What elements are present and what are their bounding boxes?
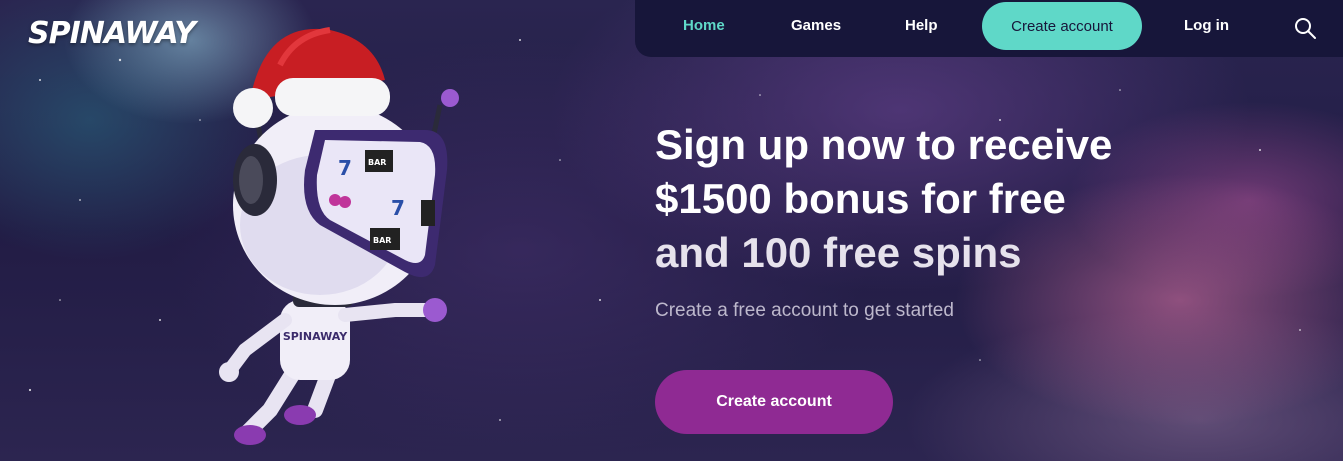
svg-text:7: 7 (338, 156, 352, 180)
headline-line-1: Sign up now to receive (655, 121, 1113, 168)
svg-text:BAR: BAR (368, 158, 386, 167)
nav-item-home[interactable]: Home (683, 17, 725, 34)
mascot-logo-text: SPINAWAY (283, 330, 348, 343)
hero-subtitle: Create a free account to get started (655, 300, 954, 321)
svg-text:BAR: BAR (373, 236, 391, 245)
hero-headline: Sign up now to receive $1500 bonus for f… (655, 118, 1175, 280)
login-link[interactable]: Log in (1184, 17, 1229, 34)
nav-item-help[interactable]: Help (905, 17, 938, 34)
mascot-illustration: SPINAWAY 7 7 BAR BAR (219, 27, 459, 445)
search-icon[interactable] (1293, 16, 1317, 40)
hero-create-account-button[interactable]: Create account (655, 370, 893, 434)
nav-create-account-button[interactable]: Create account (982, 2, 1142, 50)
headline-line-2: $1500 bonus for free (655, 175, 1066, 222)
headline-line-3: and 100 free spins (655, 229, 1022, 276)
svg-text:7: 7 (391, 196, 405, 220)
brand-logo[interactable]: SPINAWAY (28, 16, 196, 51)
top-navigation: Home Games Help Create account Log in (635, 0, 1343, 57)
nav-item-games[interactable]: Games (791, 17, 841, 34)
